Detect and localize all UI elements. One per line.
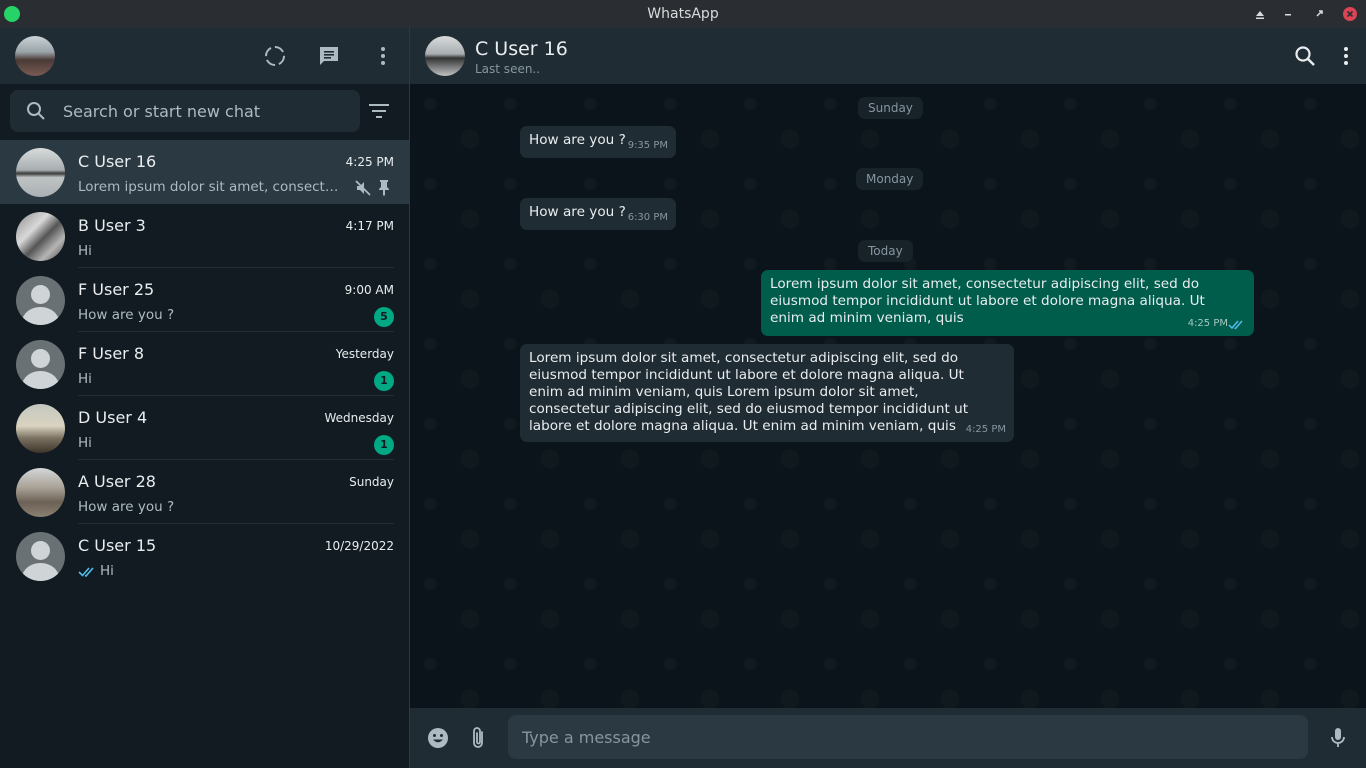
unread-badge: 1 [374,371,394,391]
message-text: Lorem ipsum dolor sit amet, consectetur … [770,276,1205,326]
contact-name[interactable]: C User 16 [475,38,568,60]
menu-icon[interactable] [371,44,395,68]
incoming-message[interactable]: Lorem ipsum dolor sit amet, consectetur … [520,344,1014,442]
message-text: Lorem ipsum dolor sit amet, consectetur … [529,350,969,434]
sidebar-header [0,28,409,84]
chat-name: B User 3 [78,216,146,235]
chat-list-item[interactable]: A User 28 Sunday How are you ? [0,460,410,524]
chat-list-item[interactable]: B User 3 4:17 PM Hi [0,204,410,268]
conversation-panel: C User 16 Last seen.. Sunday How are you… [410,28,1366,768]
chat-preview: Hi [78,435,92,451]
default-avatar-icon [16,340,65,389]
chat-name: C User 15 [78,536,157,555]
search-row [0,84,409,140]
minimize-icon[interactable] [1280,6,1296,22]
chat-time: Wednesday [324,411,394,425]
message-time: 4:25 PM [965,424,1006,435]
chat-preview: Lorem ipsum dolor sit amet, consectetur … [78,179,346,195]
chat-preview: How are you ? [78,307,175,323]
chat-time: 9:00 AM [344,283,394,297]
chat-time: 10/29/2022 [324,539,394,553]
message-text: How are you ? [529,132,626,148]
chat-time: 4:17 PM [345,219,394,233]
search-box[interactable] [10,90,360,132]
chat-list-item[interactable]: C User 16 4:25 PM Lorem ipsum dolor sit … [0,140,410,204]
search-input[interactable] [63,90,353,132]
profile-avatar[interactable] [15,36,55,76]
chat-list-item[interactable]: F User 8 Yesterday Hi 1 [0,332,410,396]
outgoing-message[interactable]: Lorem ipsum dolor sit amet, consectetur … [761,270,1254,336]
whatsapp-logo-icon [4,6,20,22]
chat-preview: Hi [78,371,92,387]
conversation-header: C User 16 Last seen.. [410,28,1366,84]
date-divider: Sunday [858,97,923,119]
new-chat-icon[interactable] [317,44,341,68]
chat-name: D User 4 [78,408,148,427]
double-check-icon [1228,320,1243,330]
chat-list-item[interactable]: C User 15 10/29/2022 Hi [0,524,410,588]
filter-icon[interactable] [368,101,390,121]
emoji-icon[interactable] [427,727,449,749]
date-divider: Monday [856,168,924,190]
chat-name: A User 28 [78,472,156,491]
chat-preview: Hi [100,563,114,579]
message-time: 6:30 PM [627,212,668,223]
window-titlebar: WhatsApp [0,0,1366,28]
chat-list-item[interactable]: F User 25 9:00 AM How are you ? 5 [0,268,410,332]
chat-preview: Hi [78,243,92,259]
muted-icon [355,180,371,196]
message-composer [410,708,1366,768]
chat-preview: How are you ? [78,499,175,515]
chat-avatar [16,404,65,453]
chat-avatar [16,468,65,517]
default-avatar-icon [16,276,65,325]
attach-icon[interactable] [468,726,488,750]
incoming-message[interactable]: How are you ? 6:30 PM [520,198,676,230]
window-title: WhatsApp [647,6,719,22]
message-area[interactable]: Sunday How are you ? 9:35 PM Monday How … [410,84,1366,708]
message-input[interactable] [508,715,1308,759]
default-avatar-icon [16,532,65,581]
chat-sidebar: C User 16 4:25 PM Lorem ipsum dolor sit … [0,28,410,768]
date-divider: Today [858,240,913,262]
chat-name: F User 8 [78,344,145,363]
pin-icon [379,180,389,196]
menu-icon[interactable] [1336,44,1356,68]
chat-list-item[interactable]: D User 4 Wednesday Hi 1 [0,396,410,460]
unread-badge: 1 [374,435,394,455]
search-icon[interactable] [1294,45,1316,67]
microphone-icon[interactable] [1328,726,1348,750]
double-check-icon [78,567,94,577]
contact-avatar[interactable] [425,36,465,76]
status-icon[interactable] [263,44,287,68]
chat-list: C User 16 4:25 PM Lorem ipsum dolor sit … [0,140,410,588]
chat-time: Yesterday [335,347,394,361]
message-time: 9:35 PM [627,140,668,151]
chat-name: F User 25 [78,280,155,299]
chat-avatar [16,212,65,261]
maximize-icon[interactable] [1312,6,1328,22]
contact-status: Last seen.. [475,62,541,76]
chat-name: C User 16 [78,152,157,171]
chat-time: 4:25 PM [345,155,394,169]
chat-time: Sunday [349,475,394,489]
chat-avatar [16,148,65,197]
message-text: How are you ? [529,204,626,220]
keep-above-icon[interactable] [1252,6,1268,22]
unread-badge: 5 [374,307,394,327]
message-time: 4:25 PM [1187,318,1228,329]
search-icon [27,102,45,120]
incoming-message[interactable]: How are you ? 9:35 PM [520,126,676,158]
close-icon[interactable] [1342,6,1358,22]
